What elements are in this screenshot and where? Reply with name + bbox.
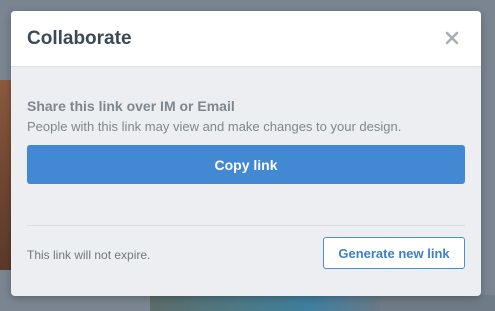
link-expiry-text: This link will not expire. xyxy=(27,248,151,262)
dialog-header: Collaborate xyxy=(11,11,481,67)
divider xyxy=(27,225,465,226)
dialog-title: Collaborate xyxy=(27,28,132,49)
copy-link-button[interactable]: Copy link xyxy=(27,145,465,184)
close-button[interactable] xyxy=(443,29,461,47)
close-icon xyxy=(445,31,459,45)
share-description: People with this link may view and make … xyxy=(27,119,402,134)
background-model-fragment xyxy=(380,295,495,311)
collaborate-dialog: Collaborate Share this link over IM or E… xyxy=(11,11,481,296)
generate-new-link-button[interactable]: Generate new link xyxy=(323,237,465,269)
share-heading: Share this link over IM or Email xyxy=(27,98,235,114)
